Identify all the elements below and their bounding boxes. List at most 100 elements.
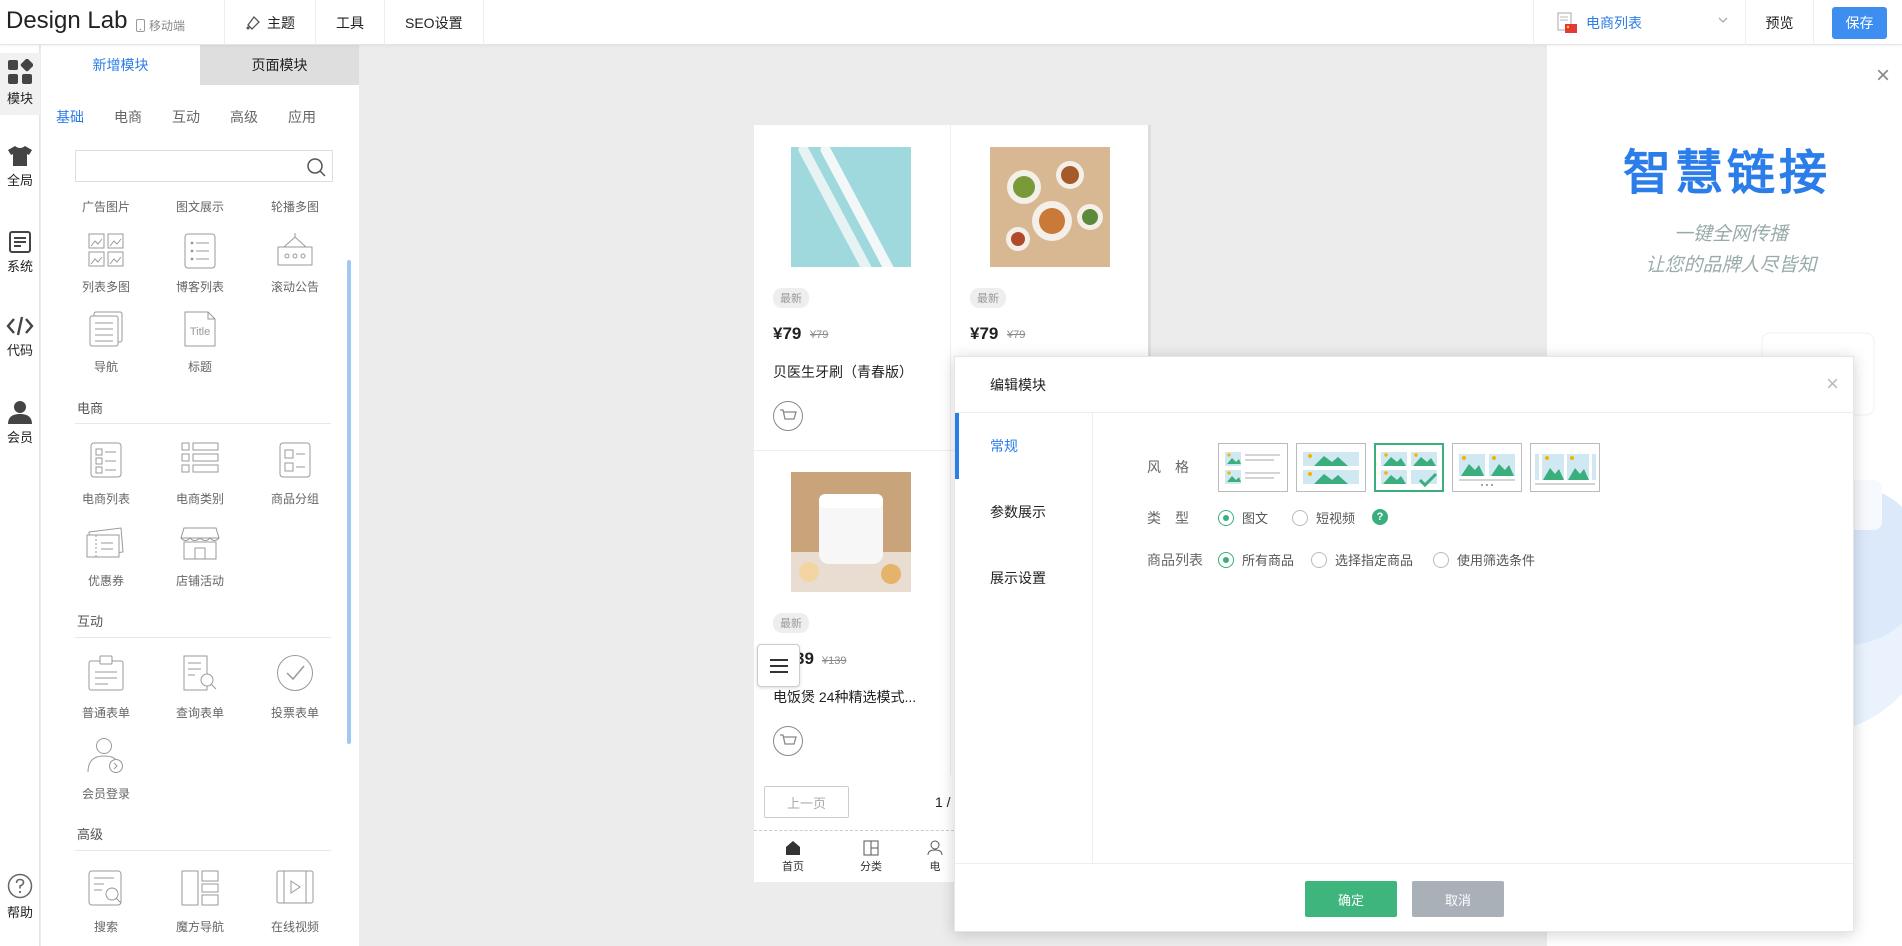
seo-label: SEO设置	[405, 14, 463, 31]
style-wide-icon	[1300, 448, 1362, 488]
module-scroll-notice[interactable]: 滚动公告	[246, 278, 344, 295]
list-radio-all[interactable]: 所有商品	[1218, 550, 1294, 569]
menu-button[interactable]	[757, 644, 800, 687]
category-app[interactable]: 应用	[288, 107, 316, 127]
radio-label: 选择指定商品	[1335, 553, 1414, 568]
tab-display-settings[interactable]: 展示设置	[955, 545, 1092, 611]
question-icon[interactable]: ?	[1372, 509, 1388, 525]
sidebar-item-help[interactable]: 帮助	[0, 873, 40, 921]
module-coupon[interactable]: 优惠券	[57, 572, 155, 589]
sidebar-item-code[interactable]: 代码	[0, 315, 40, 359]
product-image[interactable]	[791, 147, 911, 267]
tab-page-module[interactable]: 页面模块	[200, 45, 359, 85]
mobile-toggle[interactable]: 移动端	[136, 17, 185, 34]
category-ecom[interactable]: 电商	[114, 107, 142, 127]
cart-icon[interactable]	[773, 726, 803, 756]
cart-icon[interactable]	[773, 401, 803, 431]
module-navigation[interactable]: 导航	[57, 358, 155, 375]
list-radio-specific[interactable]: 选择指定商品	[1311, 550, 1413, 569]
radio-label: 使用筛选条件	[1457, 553, 1536, 568]
module-title[interactable]: 标题	[151, 358, 249, 375]
style-option-triple[interactable]	[1530, 443, 1600, 492]
bottom-nav-label: 分类	[860, 861, 882, 873]
type-radio-short-video[interactable]: 短视频	[1292, 508, 1355, 527]
close-icon[interactable]: ×	[1826, 371, 1839, 397]
module-image-text[interactable]: 图文展示	[151, 198, 249, 215]
sidebar-label-member: 会员	[6, 430, 33, 445]
product-name[interactable]: 贝医生牙刷（青春版）	[773, 362, 913, 382]
bottom-nav-home[interactable]: 首页	[763, 840, 823, 874]
prev-page-button[interactable]: 上一页	[764, 786, 849, 818]
radio-label: 图文	[1242, 511, 1269, 526]
module-search[interactable]: 搜索	[57, 918, 155, 935]
title-icon: Title	[151, 311, 249, 347]
chevron-down-icon	[1717, 14, 1729, 26]
save-button[interactable]: 保存	[1832, 6, 1887, 39]
module-search-input[interactable]	[75, 150, 333, 182]
sidebar-item-modules[interactable]: 模块	[0, 53, 40, 115]
module-member-login[interactable]: 会员登录	[57, 785, 155, 802]
sidebar-item-global[interactable]: 全局	[0, 145, 40, 189]
style-label: 风 格	[1147, 459, 1189, 475]
top-nav: 主题 工具 SEO设置	[224, 0, 484, 45]
tools-label: 工具	[336, 14, 364, 31]
sidebar-item-system[interactable]: 系统	[0, 231, 40, 275]
style-option-slider[interactable]	[1452, 443, 1522, 492]
module-query-form[interactable]: 查询表单	[151, 704, 249, 721]
theme-menu[interactable]: 主题	[225, 0, 316, 45]
style-option-list[interactable]	[1218, 443, 1288, 492]
code-icon	[0, 315, 40, 337]
bottom-nav-category[interactable]: 分类	[841, 840, 901, 874]
style-option-grid[interactable]	[1374, 443, 1444, 492]
section-divider	[75, 850, 331, 851]
module-ecom-list[interactable]: 电商列表	[57, 490, 155, 507]
list-radio-filter[interactable]: 使用筛选条件	[1433, 550, 1535, 569]
module-list-gallery[interactable]: 列表多图	[57, 278, 155, 295]
seo-menu[interactable]: SEO设置	[385, 0, 484, 45]
style-slider-icon	[1456, 448, 1518, 488]
tools-menu[interactable]: 工具	[316, 0, 385, 45]
panel-scrollbar[interactable]	[347, 260, 351, 744]
style-option-wide[interactable]	[1296, 443, 1366, 492]
dialog-side-tabs: 常规 参数展示 展示设置	[955, 413, 1093, 863]
sidebar-item-member[interactable]: 会员	[0, 400, 40, 446]
section-divider	[75, 423, 331, 424]
style-grid-icon	[1378, 448, 1440, 488]
tab-general[interactable]: 常规	[955, 413, 1092, 479]
module-online-video[interactable]: 在线视频	[246, 918, 344, 935]
ad-line-1: 一键全网传播	[1673, 224, 1788, 245]
module-ecom-category[interactable]: 电商类别	[151, 490, 249, 507]
cancel-button[interactable]: 取消	[1412, 881, 1504, 917]
top-bar-actions: 电商列表 预览 保存	[1533, 0, 1902, 45]
category-advanced[interactable]: 高级	[230, 107, 258, 127]
category-interactive[interactable]: 互动	[172, 107, 200, 127]
module-ad-image[interactable]: 广告图片	[57, 198, 155, 215]
module-blog-list[interactable]: 博客列表	[151, 278, 249, 295]
bottom-nav-phone[interactable]: 电	[920, 840, 950, 874]
sidebar-label-system: 系统	[6, 259, 33, 274]
module-cube-nav[interactable]: 魔方导航	[151, 918, 249, 935]
close-icon[interactable]: ×	[1876, 62, 1890, 90]
product-price: ¥79	[970, 324, 999, 343]
preview-button[interactable]: 预览	[1746, 0, 1814, 45]
type-radio-image-text[interactable]: 图文	[1218, 508, 1268, 527]
confirm-button[interactable]: 确定	[1305, 881, 1397, 917]
product-name[interactable]: 电饭煲 24种精选模式...	[773, 687, 916, 707]
style-list-icon	[1222, 448, 1284, 488]
module-vote-form[interactable]: 投票表单	[246, 704, 344, 721]
module-store-activity[interactable]: 店铺活动	[151, 572, 249, 589]
page-select[interactable]: 电商列表	[1533, 0, 1746, 45]
module-product-group[interactable]: 商品分组	[246, 490, 344, 507]
tab-add-module[interactable]: 新增模块	[41, 45, 200, 85]
module-normal-form[interactable]: 普通表单	[57, 704, 155, 721]
section-title-interactive: 互动	[77, 614, 104, 629]
module-carousel[interactable]: 轮播多图	[246, 198, 344, 215]
store-activity-icon	[151, 526, 249, 560]
product-image[interactable]	[990, 147, 1110, 267]
dialog-footer-divider	[955, 863, 1853, 864]
tab-param-display[interactable]: 参数展示	[955, 479, 1092, 545]
product-image[interactable]	[791, 472, 911, 592]
category-basic[interactable]: 基础	[56, 107, 84, 127]
search-icon	[306, 157, 326, 177]
panel-tabs: 新增模块 页面模块	[41, 45, 359, 85]
